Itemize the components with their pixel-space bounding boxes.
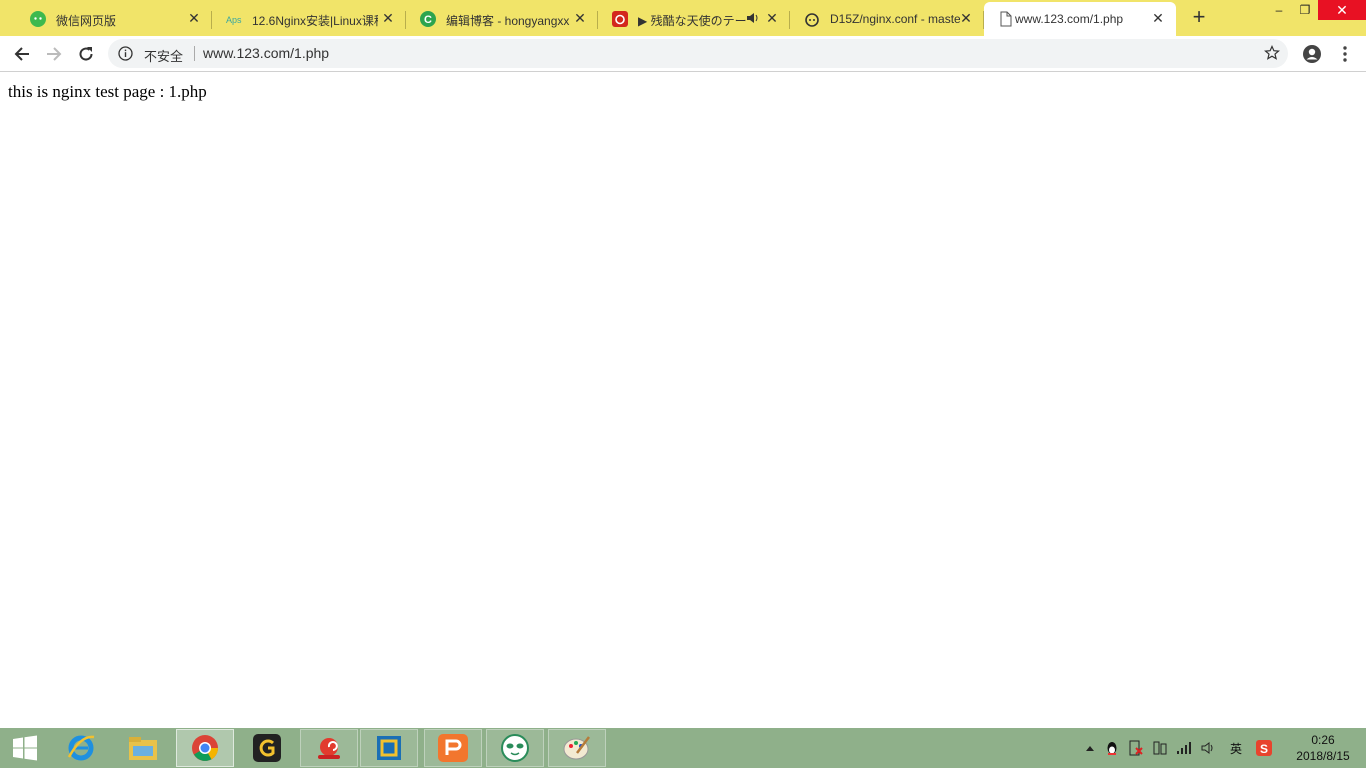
speaker-icon[interactable] <box>746 10 760 26</box>
wps-presentation-icon <box>438 734 468 762</box>
taskbar-virtualbox[interactable] <box>360 729 418 767</box>
taskbar-sloth-app[interactable] <box>486 729 544 767</box>
chrome-icon <box>192 735 219 761</box>
tab-active-page[interactable]: www.123.com/1.php ✕ <box>984 2 1176 36</box>
page-content: this is nginx test page : 1.php <box>0 73 1366 728</box>
new-tab-button[interactable]: + <box>1186 6 1212 30</box>
windows-taskbar: 英 S 0:26 2018/8/15 <box>0 728 1366 768</box>
taskbar-paint[interactable] <box>548 729 606 767</box>
tab-github-nginx-conf[interactable]: D15Z/nginx.conf - master ✕ <box>790 2 984 36</box>
tab-close-icon[interactable]: ✕ <box>958 10 974 26</box>
minimize-button[interactable]: – <box>1266 0 1292 20</box>
tab-title: 12.6Nginx安装|Linux课程 <box>252 14 378 28</box>
clock-date: 2018/8/15 <box>1296 749 1350 763</box>
wechat-icon <box>30 11 46 27</box>
tab-title: 编辑博客 - hongyangxx <box>446 14 570 28</box>
svg-text:S: S <box>1260 742 1268 756</box>
page-body-text: this is nginx test page : 1.php <box>8 82 207 101</box>
info-icon[interactable] <box>118 46 133 61</box>
start-button[interactable] <box>0 729 50 767</box>
menu-dots-icon[interactable] <box>1335 44 1355 64</box>
tab-music[interactable]: ▶ 残酷な天使のテーゼ ✕ <box>598 2 790 36</box>
qq-icon[interactable] <box>1104 740 1120 756</box>
snail-icon <box>318 738 340 759</box>
windows-start-icon <box>13 735 37 761</box>
input-method-indicator[interactable]: 英 <box>1228 740 1244 756</box>
reload-icon <box>79 47 93 61</box>
tab-title: 微信网页版 <box>56 14 117 28</box>
system-clock[interactable]: 0:26 2018/8/15 <box>1290 732 1356 764</box>
tab-close-icon[interactable]: ✕ <box>764 10 780 26</box>
file-explorer-icon <box>129 737 157 760</box>
device-icon[interactable] <box>1152 740 1168 756</box>
tab-close-icon[interactable]: ✕ <box>1150 10 1166 26</box>
taskbar-file-explorer[interactable] <box>114 729 172 767</box>
sloth-app-icon <box>501 734 529 762</box>
tab-close-icon[interactable]: ✕ <box>572 10 588 26</box>
clock-time: 0:26 <box>1311 733 1335 747</box>
omnibox-divider <box>194 46 195 61</box>
security-label[interactable]: 不安全 <box>144 46 183 65</box>
tab-nginx-course[interactable]: Aps 12.6Nginx安装|Linux课程 ✕ <box>212 2 406 36</box>
back-button[interactable] <box>10 42 34 66</box>
tray-expand-icon[interactable] <box>1082 740 1098 756</box>
profile-icon[interactable] <box>1302 44 1322 64</box>
page-icon <box>998 11 1014 27</box>
tab-title: ▶ 残酷な天使のテーゼ <box>638 14 746 28</box>
url-text[interactable]: www.123.com/1.php <box>203 45 329 61</box>
taskbar-chrome[interactable] <box>176 729 234 767</box>
netease-music-icon <box>612 11 628 27</box>
taskbar-g-app[interactable] <box>238 729 296 767</box>
ie-icon <box>67 735 95 761</box>
maximize-button[interactable]: ❐ <box>1292 0 1318 20</box>
back-arrow-icon <box>14 47 29 61</box>
tab-edit-blog[interactable]: C 编辑博客 - hongyangxx ✕ <box>406 2 598 36</box>
paint-icon <box>563 736 590 760</box>
svg-text:Aps: Aps <box>226 15 242 25</box>
taskbar-ie[interactable] <box>52 729 110 767</box>
forward-button[interactable] <box>42 42 66 66</box>
taskbar-wps-presentation[interactable] <box>424 729 482 767</box>
browser-toolbar: 不安全 www.123.com/1.php <box>0 36 1366 72</box>
reload-button[interactable] <box>74 42 98 66</box>
g-app-icon <box>253 734 281 762</box>
svg-text:C: C <box>424 14 432 26</box>
tab-title: D15Z/nginx.conf - master <box>830 12 960 26</box>
bookmark-star-icon[interactable] <box>1264 45 1280 61</box>
taskbar-snail-app[interactable] <box>300 729 358 767</box>
virtualbox-icon <box>377 736 401 760</box>
address-bar[interactable]: 不安全 www.123.com/1.php <box>108 39 1288 68</box>
sogou-input-icon[interactable]: S <box>1256 740 1272 756</box>
tab-title: www.123.com/1.php <box>1015 12 1124 26</box>
forward-arrow-icon <box>47 47 62 61</box>
network-signal-icon[interactable] <box>1176 740 1192 756</box>
security-alert-icon[interactable] <box>1128 740 1144 756</box>
aps-icon: Aps <box>226 11 242 27</box>
c-blog-icon: C <box>420 11 436 27</box>
tab-close-icon[interactable]: ✕ <box>186 10 202 26</box>
tab-close-icon[interactable]: ✕ <box>380 10 396 26</box>
window-close-button[interactable]: ✕ <box>1318 0 1366 20</box>
tab-wechat[interactable]: 微信网页版 ✕ <box>16 2 212 36</box>
volume-icon[interactable] <box>1200 740 1216 756</box>
github-icon <box>804 11 820 27</box>
tab-strip: 微信网页版 ✕ Aps 12.6Nginx安装|Linux课程 ✕ C 编辑博客… <box>0 0 1366 36</box>
